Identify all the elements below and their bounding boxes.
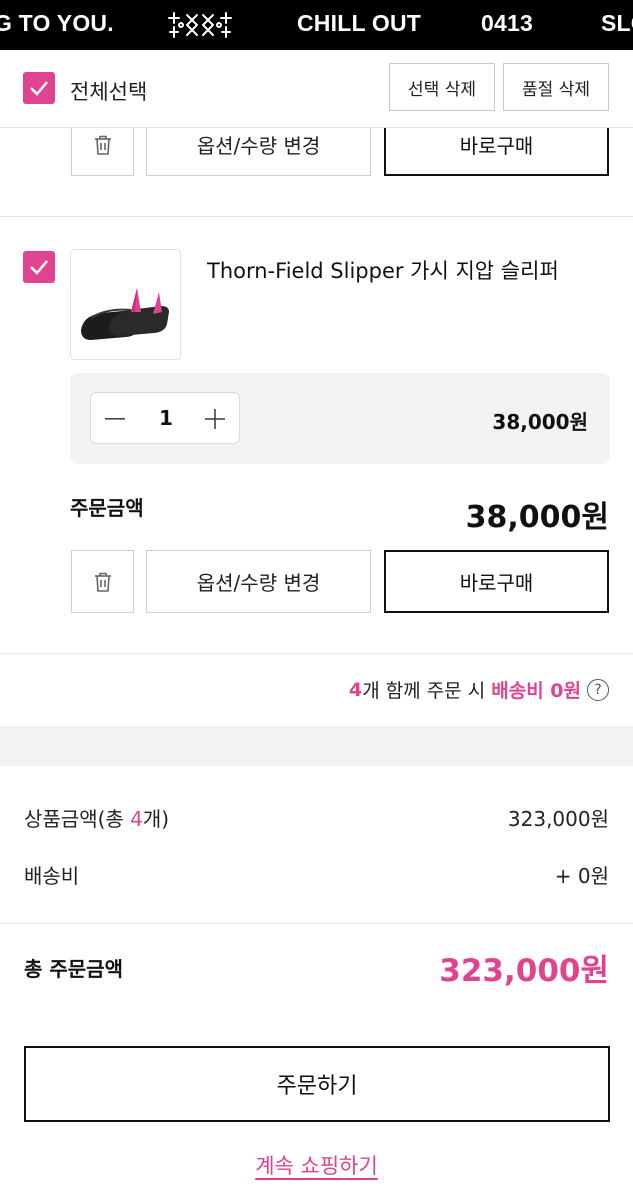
marquee-text: G TO YOU. [0,10,114,36]
line-price: 38,000원 [492,410,588,434]
slipper-image-icon [81,288,169,340]
product-amount-label-post: 개) [142,807,170,831]
quantity-stepper: 1 [90,392,240,444]
product-thumbnail[interactable] [70,249,181,360]
divider [0,216,633,217]
shipping-fee-label: 배송비 [24,864,80,888]
order-button[interactable]: 주문하기 [24,1046,610,1122]
item-checkbox[interactable] [23,251,55,283]
marquee-text: SLO [601,10,633,36]
delete-item-button[interactable] [71,550,134,613]
brand-logo-icon [168,12,232,38]
select-all-label: 전체선택 [70,80,148,104]
product-count: 4 [130,807,143,831]
product-amount-value: 323,000원 [507,807,609,831]
shipping-text: 개 함께 주문 시 [362,680,492,702]
product-amount-label-pre: 상품금액(총 [24,807,131,831]
select-all-checkbox[interactable] [23,72,55,104]
order-amount-value: 38,000원 [465,500,609,535]
plus-icon [205,409,225,429]
continue-shopping-link[interactable]: 계속 쇼핑하기 [0,1150,633,1180]
marquee-text: 0413 [481,10,533,36]
divider [0,923,633,924]
trash-icon [94,572,111,592]
minus-icon [105,418,125,420]
section-separator [0,726,633,766]
order-amount-label: 주문금액 [70,496,144,520]
change-option-button[interactable]: 옵션/수량 변경 [146,550,371,613]
total-amount-label: 총 주문금액 [24,957,123,981]
buy-now-button[interactable]: 바로구매 [384,550,609,613]
option-box: 1 38,000원 [70,373,610,464]
quantity-decrease-button[interactable] [91,393,139,445]
shipping-fee-value: + 0원 [554,864,609,888]
select-all-bar: 전체선택 선택 삭제 품절 삭제 [0,50,633,128]
check-icon [30,81,48,96]
delete-soldout-button[interactable]: 품절 삭제 [503,63,609,111]
product-name[interactable]: Thorn-Field Slipper 가시 지압 슬리퍼 [207,255,559,285]
shipping-highlight: 배송비 0원 [491,680,581,702]
divider [0,653,633,654]
marquee-text: CHILL OUT [297,10,422,36]
total-amount-value: 323,000원 [439,953,609,989]
check-icon [30,260,48,275]
quantity-value[interactable]: 1 [139,406,193,430]
quantity-increase-button[interactable] [191,393,239,445]
delete-selected-button[interactable]: 선택 삭제 [389,63,495,111]
help-icon[interactable]: ? [587,678,609,701]
product-amount-label: 상품금액(총 4개) [24,803,169,832]
free-shipping-note: 4 개 함께 주문 시 배송비 0원 ? [349,676,609,703]
shipping-count: 4 [348,678,363,701]
trash-icon [94,135,111,155]
promo-marquee: G TO YOU. CHILL OUT 0413 SLO [0,0,633,50]
